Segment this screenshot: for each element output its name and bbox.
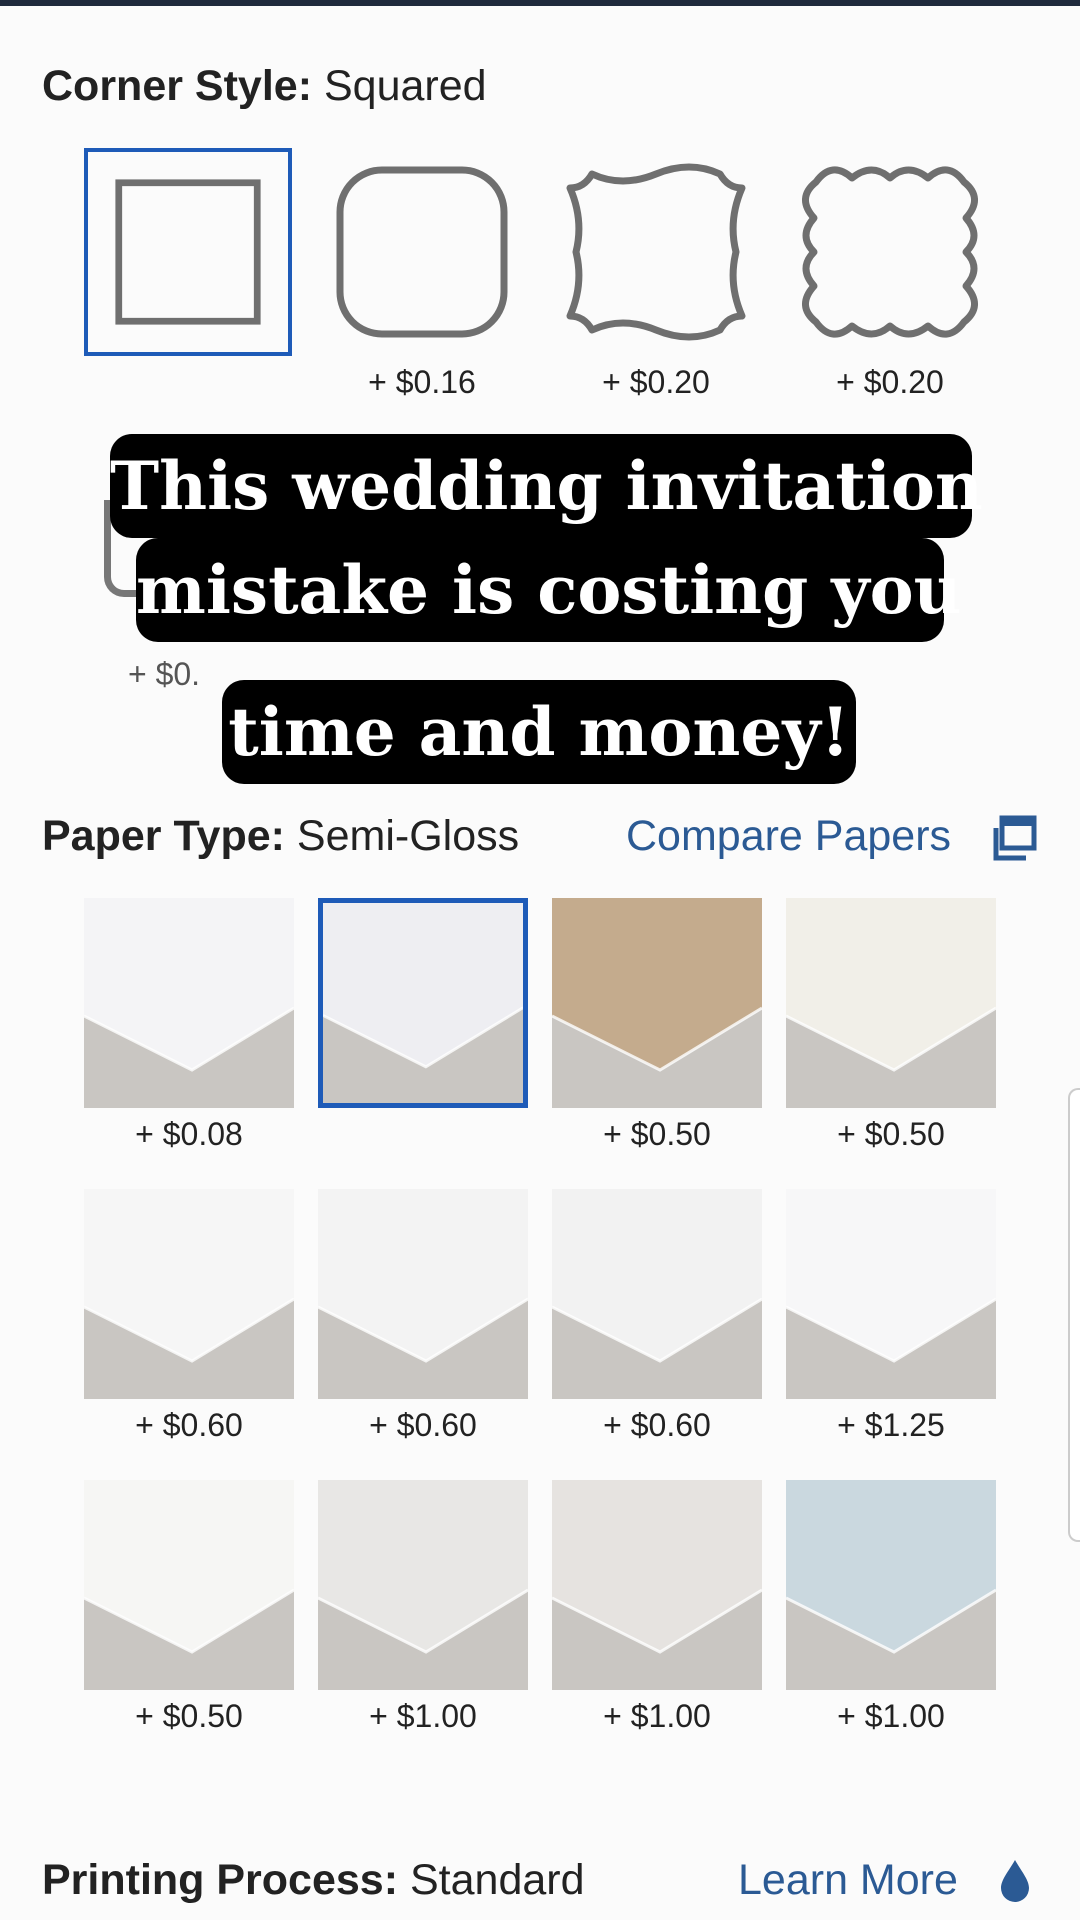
paper-price: + $0.60 (135, 1407, 243, 1443)
paper-swatch[interactable] (552, 898, 762, 1108)
paper-swatch-image (552, 898, 762, 1108)
corner-price-ticket: + $0.20 (602, 364, 710, 400)
paper-swatch[interactable] (84, 1189, 294, 1399)
paper-price: + $0.60 (369, 1407, 477, 1443)
paper-swatch[interactable] (84, 1480, 294, 1690)
paper-swatch-image (552, 1189, 762, 1399)
corner-style-heading: Corner Style: Squared (42, 62, 487, 110)
caption-line-3: time and money! (222, 680, 856, 784)
corner-option-squared[interactable] (84, 148, 292, 356)
caption-line-2: mistake is costing you (136, 538, 962, 642)
corner-option-scalloped[interactable] (786, 148, 994, 356)
paper-type-value: Semi-Gloss (296, 812, 520, 860)
paper-swatch-image (786, 898, 996, 1108)
paper-swatch-image (84, 898, 294, 1108)
paper-price: + $0.50 (135, 1698, 243, 1734)
paper-swatch[interactable] (318, 1189, 528, 1399)
corner-style-value: Squared (323, 62, 487, 110)
paper-price: + $0.60 (603, 1407, 711, 1443)
paper-price: + $1.00 (837, 1698, 945, 1734)
corner-option-rounded[interactable] (318, 148, 526, 356)
caption-line-1: This wedding invitation (110, 434, 983, 538)
paper-price: + $1.00 (603, 1698, 711, 1734)
paper-swatch[interactable] (318, 1480, 528, 1690)
paper-swatch-image (318, 1189, 528, 1399)
paper-price: + $1.00 (369, 1698, 477, 1734)
corner-price-rounded: + $0.16 (368, 364, 476, 400)
ticket-corner-icon (566, 163, 746, 341)
learn-more-label: Learn More (738, 1856, 958, 1904)
scalloped-corner-icon (802, 166, 978, 338)
external-window-icon[interactable] (990, 814, 1038, 862)
paper-swatch-image (786, 1189, 996, 1399)
paper-swatch-image (318, 1480, 528, 1690)
compare-papers-link[interactable]: Compare Papers (626, 812, 951, 861)
rounded-corner-icon (336, 166, 508, 338)
square-corner-icon (115, 179, 261, 325)
printing-process-heading: Printing Process: Standard (42, 1856, 585, 1904)
paper-swatch-image (323, 903, 523, 1103)
paper-swatch[interactable] (84, 898, 294, 1108)
hidden-partial-price: + $0. (128, 656, 201, 692)
paper-price: + $0.08 (135, 1116, 243, 1152)
scrollbar-edge[interactable] (1068, 1088, 1080, 1542)
paper-price: + $1.25 (837, 1407, 945, 1443)
paper-swatch-image (84, 1189, 294, 1399)
top-edge-bar (0, 0, 1080, 6)
ink-drop-icon (1001, 1860, 1029, 1902)
paper-swatch[interactable] (786, 1480, 996, 1690)
paper-swatch[interactable] (786, 898, 996, 1108)
paper-swatch[interactable] (318, 898, 528, 1108)
paper-swatch[interactable] (786, 1189, 996, 1399)
paper-type-heading: Paper Type: Semi-Gloss (42, 812, 520, 860)
printing-process-value: Standard (409, 1856, 585, 1904)
paper-price: + $0.50 (603, 1116, 711, 1152)
paper-swatch[interactable] (552, 1189, 762, 1399)
learn-more-link[interactable]: Learn More (738, 1856, 958, 1905)
corner-option-ticket[interactable] (552, 148, 760, 356)
paper-swatch[interactable] (552, 1480, 762, 1690)
compare-papers-label: Compare Papers (626, 812, 952, 860)
corner-price-scalloped: + $0.20 (836, 364, 944, 400)
paper-swatch-image (84, 1480, 294, 1690)
paper-price: + $0.50 (837, 1116, 945, 1152)
paper-swatch-image (552, 1480, 762, 1690)
paper-swatch-image (786, 1480, 996, 1690)
